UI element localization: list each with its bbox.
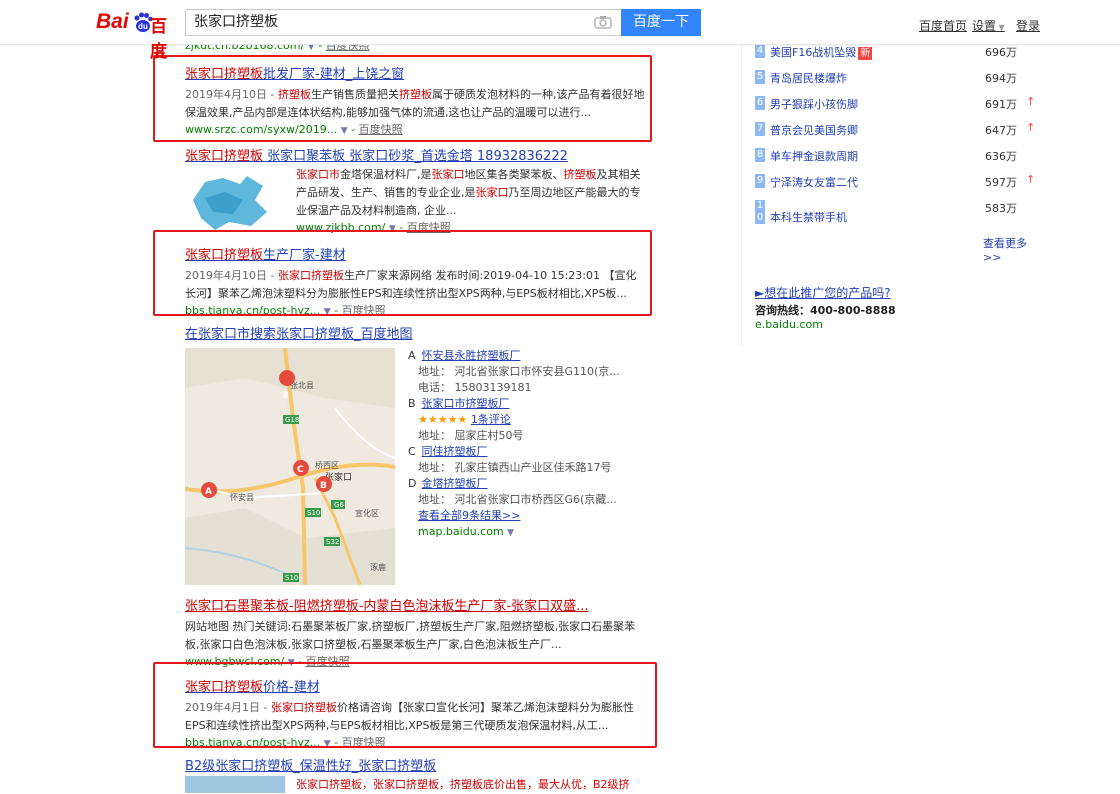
result-5: 张家口石墨聚苯板-阻燃挤塑板-内蒙白色泡沫板生产厂家-张家口双盛... 网站地图… bbox=[185, 598, 645, 671]
result-title[interactable]: 张家口石墨聚苯板-阻燃挤塑板-内蒙白色泡沫板生产厂家-张家口双盛... bbox=[185, 598, 645, 615]
result-title[interactable]: 张家口挤塑板 张家口聚苯板 张家口砂浆_首选金塔 18932836222 bbox=[185, 148, 645, 165]
place-phone: 电话： 15803139181 bbox=[418, 381, 532, 394]
result-url[interactable]: map.baidu.com bbox=[418, 525, 504, 538]
map-marker-a: A bbox=[201, 482, 217, 498]
result-2-body: 张家口市金塔保温材料厂,是张家口地区集各类聚苯板、挤塑板及其相关产品研发、生产、… bbox=[296, 166, 646, 237]
place-item: C 同佳挤塑板厂 bbox=[408, 445, 488, 458]
place-link[interactable]: 金塔挤塑板厂 bbox=[422, 477, 488, 490]
hot-list-item[interactable]: 8 单车押金退款周期 636万 bbox=[755, 146, 1040, 166]
up-arrow-icon: ↑ bbox=[1026, 95, 1036, 108]
nav-login-link[interactable]: 登录 bbox=[1016, 17, 1040, 34]
map-label-s32: S32 bbox=[326, 538, 339, 546]
hot-list-item[interactable]: 7 普京会见美国务卿 647万 ↑ bbox=[755, 120, 1040, 140]
map-label-huaian: 怀安县 bbox=[230, 492, 254, 502]
dropdown-arrow-icon[interactable]: ▼ bbox=[507, 528, 514, 538]
place-link[interactable]: 同佳挤塑板厂 bbox=[422, 445, 488, 458]
map-label-qiaoxi: 桥西区 bbox=[315, 460, 339, 470]
result-abstract: 张家口挤塑板，张家口挤塑板，挤塑板底价出售，最大从优，B2级挤 bbox=[296, 778, 630, 791]
map-place-list: A 怀安县永胜挤塑板厂 地址： 河北省张家口市怀安县G110(京... 电话： … bbox=[408, 348, 648, 541]
svg-text:du: du bbox=[138, 22, 148, 31]
result-4: 在张家口市搜索张家口挤塑板_百度地图 bbox=[185, 326, 645, 343]
result-thumbnail[interactable] bbox=[185, 170, 285, 232]
map-marker-c: C bbox=[293, 460, 309, 476]
result-title[interactable]: B2级张家口挤塑板_保温性好_张家口挤塑板 bbox=[185, 758, 645, 775]
place-address: 地址： 河北省张家口市怀安县G110(京... bbox=[418, 365, 620, 378]
logo-text-du: 百度 bbox=[150, 17, 167, 61]
hot-list-item[interactable]: 5 青岛居民楼爆炸 694万 bbox=[755, 68, 1040, 88]
result-7: B2级张家口挤塑板_保温性好_张家口挤塑板 bbox=[185, 758, 645, 775]
annotation-box bbox=[153, 230, 652, 316]
map-marker-b: B bbox=[316, 476, 332, 492]
place-address: 地址： 屈家庄村50号 bbox=[418, 429, 524, 442]
svg-text:A: A bbox=[205, 487, 212, 497]
place-item: D 金塔挤塑板厂 bbox=[408, 477, 488, 490]
map-label-s10a: S10 bbox=[307, 509, 320, 517]
result-title[interactable]: 在张家口市搜索张家口挤塑板_百度地图 bbox=[185, 326, 645, 343]
camera-icon[interactable] bbox=[594, 15, 612, 29]
hot-list-item[interactable]: 10 本科生禁带手机 583万 bbox=[755, 198, 1040, 224]
map-label-s10b: S10 bbox=[285, 574, 298, 582]
result-thumbnail[interactable] bbox=[185, 776, 285, 793]
result-7-body: 张家口挤塑板，张家口挤塑板，挤塑板底价出售，最大从优，B2级挤 bbox=[296, 776, 646, 794]
see-all-results-link[interactable]: 查看全部9条结果>> bbox=[418, 509, 520, 522]
map-label-g18: G18 bbox=[285, 416, 299, 424]
place-item: A 怀安县永胜挤塑板厂 bbox=[408, 349, 521, 362]
svg-text:C: C bbox=[297, 465, 304, 475]
promo-link[interactable]: ►想在此推广您的产品吗? bbox=[755, 284, 891, 301]
nav-settings-link[interactable]: 设置 ▼ bbox=[972, 17, 1005, 34]
ebaidu-link[interactable]: e.baidu.com bbox=[755, 318, 823, 331]
hot-list-item[interactable]: 4 美国F16战机坠毁新 696万 bbox=[755, 42, 1040, 62]
nav-settings-label: 设置 bbox=[972, 19, 997, 33]
reviews-link[interactable]: 1条评论 bbox=[471, 413, 511, 426]
map-image[interactable]: 张北县 桥西区 张家口 怀安县 宣化区 G18 S10 G6 S32 S10 涿… bbox=[185, 348, 395, 585]
hot-list-item[interactable]: 6 男子狠踩小孩伤脚 691万 ↑ bbox=[755, 94, 1040, 114]
up-arrow-icon: ↑ bbox=[1026, 121, 1036, 134]
top-header: Bai du 百度 张家口挤塑板 百度一下 百度首页 设置 ▼ 登录 bbox=[0, 0, 1120, 61]
result-abstract: 张家口市金塔保温材料厂,是张家口地区集各类聚苯板、挤塑板及其相关产品研发、生产、… bbox=[296, 168, 641, 217]
result-abstract: 网站地图 热门关键词:石墨聚苯板厂家,挤塑板厂,挤塑板生产厂家,阻燃挤塑板,张家… bbox=[185, 620, 636, 651]
place-address: 地址： 孔家庄镇西山产业区佳禾路17号 bbox=[418, 461, 612, 474]
map-label-xuanhua: 宣化区 bbox=[355, 508, 379, 518]
see-more-link[interactable]: 查看更多>> bbox=[983, 235, 1040, 264]
place-link[interactable]: 怀安县永胜挤塑板厂 bbox=[422, 349, 521, 362]
place-link[interactable]: 张家口市挤塑板厂 bbox=[422, 397, 510, 410]
hotline-text: 咨询热线：400-800-8888 bbox=[755, 304, 896, 317]
star-rating: ★★★★★ bbox=[418, 413, 468, 426]
annotation-box bbox=[153, 55, 652, 142]
place-address: 地址： 河北省张家口市桥西区G6(京藏... bbox=[418, 493, 617, 506]
search-button[interactable]: 百度一下 bbox=[621, 9, 701, 36]
place-rating: ★★★★★ 1条评论 bbox=[408, 412, 648, 428]
chevron-down-icon: ▼ bbox=[996, 23, 1005, 32]
column-divider bbox=[741, 46, 742, 346]
svg-text:B: B bbox=[320, 481, 327, 491]
annotation-box bbox=[153, 662, 657, 748]
hot-list-item[interactable]: 9 宁泽涛女友富二代 597万 ↑ bbox=[755, 172, 1040, 192]
result-2: 张家口挤塑板 张家口聚苯板 张家口砂浆_首选金塔 18932836222 bbox=[185, 148, 645, 165]
map-label-g6: G6 bbox=[334, 501, 344, 509]
up-arrow-icon: ↑ bbox=[1026, 173, 1036, 186]
nav-home-link[interactable]: 百度首页 bbox=[919, 17, 967, 34]
logo-text-bai: Bai bbox=[96, 10, 129, 33]
baidu-logo[interactable]: Bai du 百度 bbox=[96, 10, 182, 61]
map-label-zhuolu: 涿鹿 bbox=[370, 562, 386, 572]
svg-text:E: E bbox=[283, 391, 289, 401]
search-input[interactable]: 张家口挤塑板 bbox=[185, 9, 621, 36]
place-item: B 张家口市挤塑板厂 bbox=[408, 397, 510, 410]
new-badge: 新 bbox=[858, 47, 873, 60]
